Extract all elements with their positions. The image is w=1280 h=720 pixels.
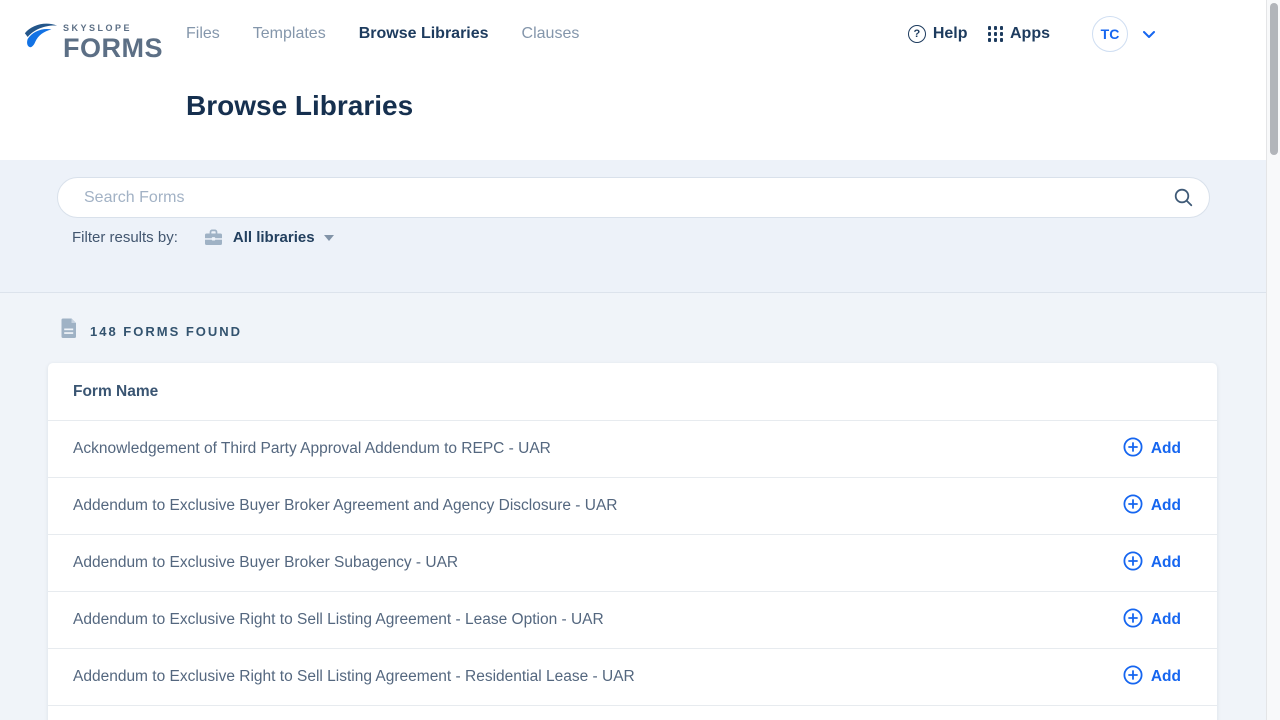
form-name: Acknowledgement of Third Party Approval …: [73, 440, 551, 458]
skyslope-forms-logo[interactable]: SKYSLOPE FORMS: [22, 19, 163, 62]
filter-row: Filter results by: All libraries: [72, 229, 334, 246]
table-row: Addendum to Exclusive Right to Sell List…: [48, 648, 1217, 705]
logo-text-forms: FORMS: [63, 35, 163, 62]
form-name: Addendum to Exclusive Right to Sell List…: [73, 668, 635, 686]
plus-circle-icon: [1123, 437, 1143, 462]
form-name: Addendum to Exclusive Right to Sell List…: [73, 611, 604, 629]
scrollbar-thumb[interactable]: [1270, 3, 1278, 155]
briefcase-icon: [204, 229, 223, 246]
nav-item-browse-libraries[interactable]: Browse Libraries: [359, 25, 489, 43]
nav-item-files[interactable]: Files: [186, 25, 220, 43]
filter-label: Filter results by:: [72, 229, 178, 246]
help-icon: ?: [908, 25, 926, 43]
search-input[interactable]: [57, 177, 1210, 218]
plus-circle-icon: [1123, 494, 1143, 519]
logo-text-skyslope: SKYSLOPE: [63, 24, 163, 33]
chevron-down-icon[interactable]: [1142, 30, 1156, 39]
nav-item-clauses[interactable]: Clauses: [522, 25, 580, 43]
app-window: SKYSLOPE FORMS Files Templates Browse Li…: [0, 0, 1280, 720]
add-button[interactable]: Add: [1123, 608, 1181, 633]
table-row-partial: [48, 705, 1217, 720]
search-icon[interactable]: [1173, 187, 1194, 213]
avatar[interactable]: TC: [1092, 16, 1128, 52]
plus-circle-icon: [1123, 665, 1143, 690]
nav-item-templates[interactable]: Templates: [253, 25, 326, 43]
add-button-label: Add: [1151, 554, 1181, 572]
plus-circle-icon: [1123, 608, 1143, 633]
page-title: Browse Libraries: [186, 90, 413, 122]
document-icon: [60, 318, 77, 344]
search-box: [57, 177, 1210, 218]
logo-text: SKYSLOPE FORMS: [63, 24, 163, 62]
add-button[interactable]: Add: [1123, 494, 1181, 519]
forms-table: Form Name Acknowledgement of Third Party…: [48, 363, 1217, 720]
results-count: 148 FORMS FOUND: [90, 324, 242, 339]
form-name-column-header: Form Name: [73, 383, 158, 401]
add-button-label: Add: [1151, 668, 1181, 686]
main-nav: Files Templates Browse Libraries Clauses: [186, 25, 579, 43]
results-section: 148 FORMS FOUND Form Name Acknowledgemen…: [0, 293, 1266, 720]
table-row: Addendum to Exclusive Right to Sell List…: [48, 591, 1217, 648]
table-header: Form Name: [48, 363, 1217, 420]
add-button-label: Add: [1151, 497, 1181, 515]
add-button[interactable]: Add: [1123, 551, 1181, 576]
add-button-label: Add: [1151, 611, 1181, 629]
header: SKYSLOPE FORMS Files Templates Browse Li…: [0, 0, 1266, 160]
help-label: Help: [933, 25, 968, 43]
scrollbar-track[interactable]: [1266, 0, 1280, 720]
form-name: Addendum to Exclusive Buyer Broker Subag…: [73, 554, 458, 572]
table-row: Addendum to Exclusive Buyer Broker Agree…: [48, 477, 1217, 534]
filter-selected-value: All libraries: [233, 229, 315, 246]
header-actions: ? Help Apps TC: [908, 16, 1156, 52]
table-row: Acknowledgement of Third Party Approval …: [48, 420, 1217, 477]
plus-circle-icon: [1123, 551, 1143, 576]
add-button-label: Add: [1151, 440, 1181, 458]
library-filter-dropdown[interactable]: All libraries: [204, 229, 334, 246]
add-button[interactable]: Add: [1123, 437, 1181, 462]
results-count-line: 148 FORMS FOUND: [60, 318, 242, 344]
apps-button[interactable]: Apps: [988, 25, 1051, 43]
apps-grid-icon: [988, 26, 1004, 42]
add-button[interactable]: Add: [1123, 665, 1181, 690]
search-section: Filter results by: All libraries: [0, 160, 1266, 293]
form-name: Addendum to Exclusive Buyer Broker Agree…: [73, 497, 617, 515]
table-row: Addendum to Exclusive Buyer Broker Subag…: [48, 534, 1217, 591]
caret-down-icon: [324, 235, 334, 241]
apps-label: Apps: [1010, 25, 1050, 43]
skyslope-swoosh-icon: [22, 19, 60, 62]
help-button[interactable]: ? Help: [908, 25, 968, 43]
